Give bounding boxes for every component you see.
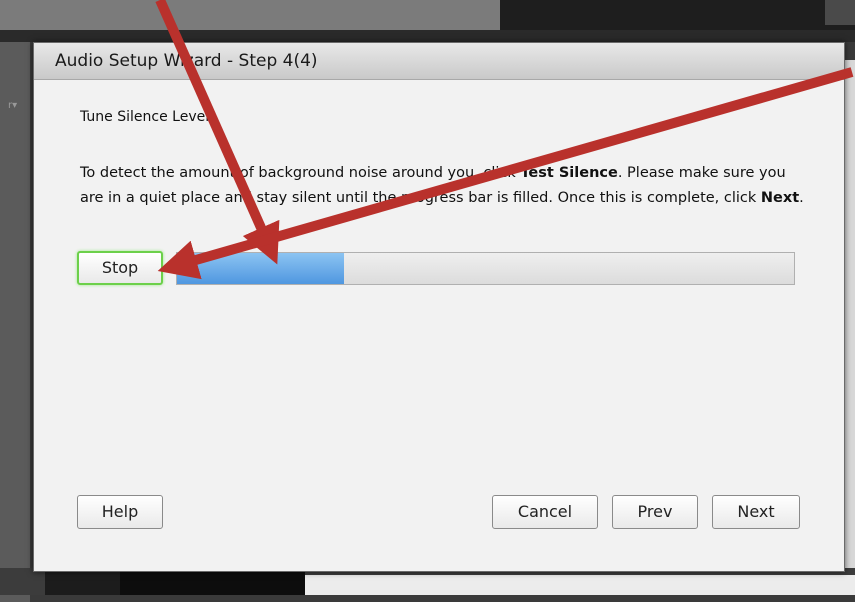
instructions-bold-test-silence: Test Silence	[520, 165, 618, 181]
stop-button[interactable]: Stop	[77, 251, 163, 285]
background-bottom-content	[305, 575, 855, 595]
instructions-part: To detect the amount of background noise…	[80, 165, 521, 181]
audio-setup-wizard-dialog: Audio Setup Wizard - Step 4(4) Tune Sile…	[33, 42, 845, 572]
silence-progress-bar	[176, 252, 795, 285]
section-title: Tune Silence Level	[80, 109, 210, 125]
instructions-text: To detect the amount of background noise…	[80, 161, 810, 211]
background-strip	[0, 30, 855, 42]
instructions-bold-next: Next	[760, 190, 800, 206]
dialog-titlebar[interactable]: Audio Setup Wizard - Step 4(4)	[34, 43, 844, 80]
background-bottom-block	[120, 568, 305, 595]
background-left-mark: r▾	[8, 100, 18, 111]
instructions-part: .	[799, 190, 804, 206]
background-toolbar	[0, 0, 500, 30]
background-corner	[825, 0, 855, 25]
dialog-title: Audio Setup Wizard - Step 4(4)	[55, 51, 318, 71]
background-left-panel: r▾	[0, 42, 30, 602]
cancel-button[interactable]: Cancel	[492, 495, 598, 529]
background-bottom-block	[45, 568, 120, 595]
next-button[interactable]: Next	[712, 495, 800, 529]
help-button[interactable]: Help	[77, 495, 163, 529]
prev-button[interactable]: Prev	[612, 495, 698, 529]
progress-fill	[177, 253, 344, 284]
